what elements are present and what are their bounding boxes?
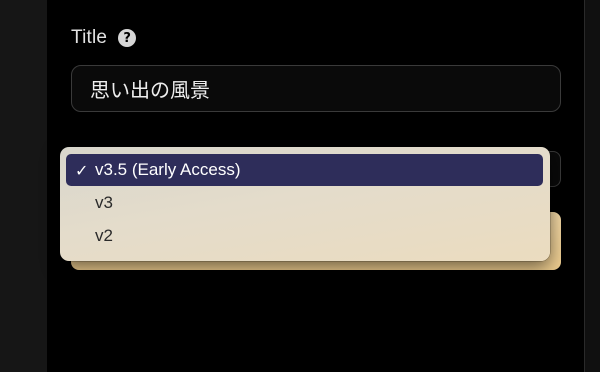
check-icon: ✓ bbox=[75, 161, 89, 180]
version-dropdown-menu: ✓ v3.5 (Early Access) v3 v2 bbox=[60, 147, 550, 261]
help-icon[interactable]: ? bbox=[118, 29, 137, 47]
version-option-v3[interactable]: v3 bbox=[66, 187, 543, 219]
title-label: Title bbox=[71, 27, 108, 48]
left-sidebar bbox=[0, 0, 47, 372]
version-option-v3-5[interactable]: ✓ v3.5 (Early Access) bbox=[66, 154, 543, 186]
title-field-header: Title ? bbox=[71, 26, 137, 50]
version-option-v2[interactable]: v2 bbox=[66, 220, 543, 252]
title-input[interactable]: 思い出の風景 bbox=[71, 65, 561, 112]
version-option-label: v3 bbox=[95, 193, 113, 212]
scrollbar-track[interactable] bbox=[584, 0, 600, 372]
version-option-label: v3.5 (Early Access) bbox=[95, 160, 241, 179]
version-option-label: v2 bbox=[95, 226, 113, 245]
